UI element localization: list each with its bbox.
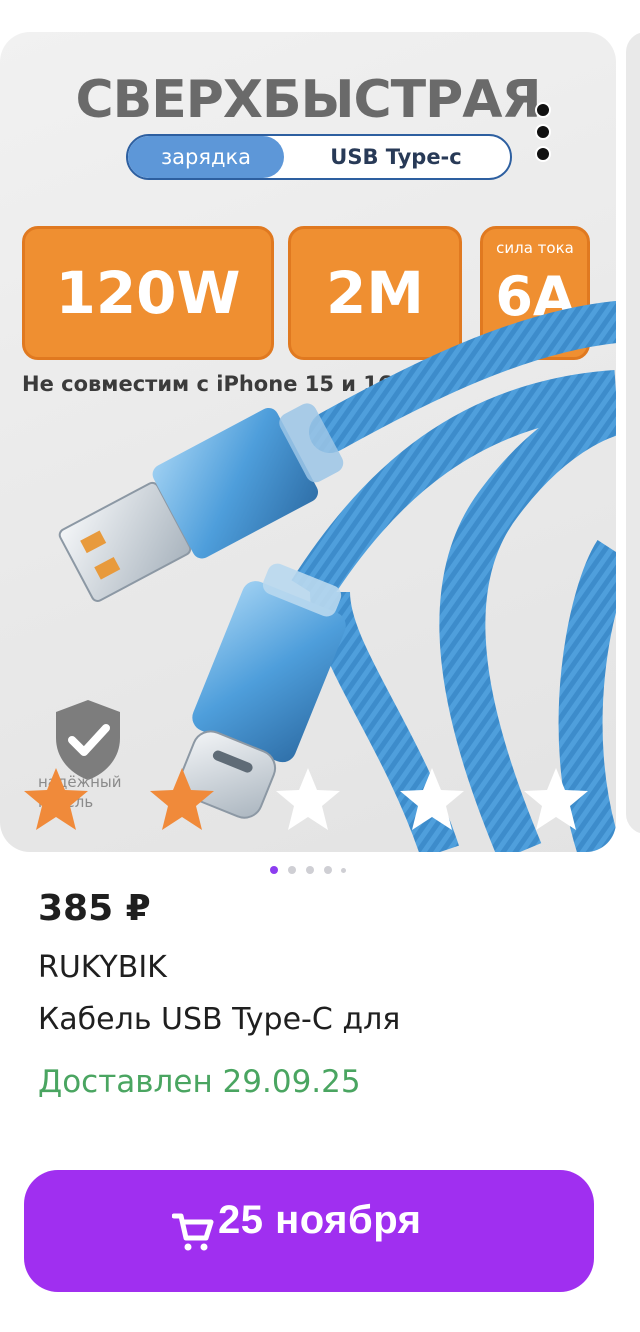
delivery-status: Доставлен 29.09.25 bbox=[38, 1064, 361, 1100]
star-empty-icon[interactable] bbox=[272, 764, 344, 836]
cart-icon bbox=[172, 1213, 214, 1251]
pager-dot bbox=[324, 866, 332, 874]
cart-button-label: 25 ноября bbox=[218, 1198, 422, 1242]
product-title[interactable]: Кабель USB Type-C для bbox=[38, 1002, 400, 1037]
star-empty-icon[interactable] bbox=[396, 764, 468, 836]
pager-dot bbox=[288, 866, 296, 874]
add-to-cart-button[interactable]: 25 ноября bbox=[24, 1170, 594, 1292]
rating-stars[interactable] bbox=[20, 764, 600, 836]
pager-dot bbox=[341, 867, 346, 873]
star-filled-icon[interactable] bbox=[146, 764, 218, 836]
more-options-icon[interactable] bbox=[530, 102, 556, 166]
product-price: 385 ₽ bbox=[38, 888, 151, 929]
pager-dot bbox=[306, 866, 314, 874]
next-card-peek[interactable] bbox=[626, 32, 640, 834]
star-filled-icon[interactable] bbox=[20, 764, 92, 836]
product-image[interactable]: СВЕРХБЫСТРАЯ зарядка USB Type-c 120W 2М … bbox=[0, 32, 616, 852]
pager-dot bbox=[270, 866, 278, 874]
product-brand[interactable]: RUKYBIK bbox=[38, 950, 167, 985]
star-empty-icon[interactable] bbox=[520, 764, 592, 836]
